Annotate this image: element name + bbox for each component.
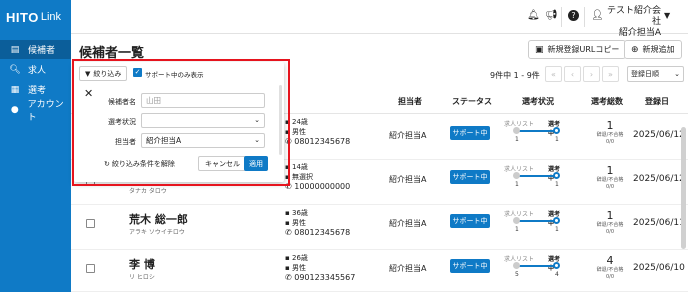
candidate-kana: リ ヒロシ	[129, 274, 155, 281]
app-logo[interactable]: HITO Link	[0, 0, 71, 34]
candidate-info: ▪ 26歳 ▪ 男性 ✆ 090123345567	[285, 254, 356, 282]
candidate-name[interactable]: 荒木 総一郎	[129, 211, 188, 227]
highlight-box	[72, 59, 290, 186]
sidebar-item-label: 選考	[28, 86, 47, 96]
selection-progress: 求人リスト 選考中 11	[504, 166, 561, 188]
megaphone-icon[interactable]: 📢︎	[545, 10, 558, 21]
status-badge: サポート中	[450, 259, 490, 273]
scrollbar[interactable]	[681, 127, 686, 249]
sidebar-item-jobs[interactable]: 🔍︎ 求人	[0, 60, 71, 79]
row-checkbox[interactable]	[86, 219, 95, 228]
row-checkbox[interactable]	[86, 264, 95, 273]
selection-progress: 求人リスト 選考中 11	[504, 121, 561, 143]
candidate-info: ▪ 14歳 ▪ 無選択 ✆ 10000000000	[285, 163, 351, 191]
search-icon: 🔍︎	[9, 64, 21, 75]
chevron-down-icon[interactable]: ▼	[664, 11, 670, 20]
sidebar-item-label: アカウント	[27, 99, 64, 123]
last-page-button[interactable]: »	[602, 66, 619, 82]
candidate-info: ▪ 36歳 ▪ 男性 ✆ 08012345678	[285, 209, 351, 237]
sort-select[interactable]: 登録日順 ⌄	[627, 66, 684, 82]
agent-name: 紹介担当A	[389, 219, 427, 228]
top-bar: 🔔︎ 📢︎ ? 👤︎ テスト紹介会社 紹介担当A ▼	[71, 0, 688, 38]
column-header: 登録日	[645, 97, 669, 106]
registered-date: 2025/06/12	[633, 174, 685, 184]
add-candidate-button[interactable]: ⊕ 新規追加	[624, 40, 682, 59]
copy-signup-url-button[interactable]: ▣ 新規登録URLコピー	[528, 40, 627, 59]
table-row[interactable]: 李 博 リ ヒロシ ▪ 26歳 ▪ 男性 ✆ 090123345567 紹介担当…	[71, 250, 688, 292]
registered-date: 2025/06/11	[633, 218, 685, 228]
plus-circle-icon: ⊕	[631, 44, 639, 55]
bell-icon[interactable]: 🔔︎	[527, 10, 540, 21]
candidate-info: ▪ 24歳 ▪ 男性 ✆ 08012345678	[285, 118, 351, 146]
sidebar: HITO Link ▤ 候補者 🔍︎ 求人 ▦ 選考 ● アカウント	[0, 0, 71, 292]
selection-total: 4 辞退/不合格 0/0	[596, 254, 624, 280]
column-header: ステータス	[452, 97, 492, 106]
company-name: テスト紹介会社	[606, 6, 661, 27]
sidebar-item-candidates[interactable]: ▤ 候補者	[0, 40, 71, 59]
prev-page-button[interactable]: ‹	[564, 66, 581, 82]
agent-name: 紹介担当A	[389, 264, 427, 273]
status-badge: サポート中	[450, 170, 490, 184]
sidebar-item-label: 候補者	[28, 46, 56, 56]
column-header: 選考総数	[591, 97, 623, 106]
selection-progress: 求人リスト 選考中 54	[504, 256, 561, 278]
selection-progress: 求人リスト 選考中 11	[504, 211, 561, 233]
help-icon[interactable]: ?	[568, 10, 579, 21]
selection-total: 1 辞退/不合格 0/0	[596, 164, 624, 190]
sidebar-item-label: 求人	[28, 66, 47, 76]
status-badge: サポート中	[450, 214, 490, 228]
selection-icon: ▦	[10, 84, 20, 95]
candidate-kana: タナカ タロウ	[129, 188, 167, 195]
registered-date: 2025/06/12	[633, 130, 685, 140]
selection-total: 1 辞退/不合格 0/0	[596, 209, 624, 235]
column-header: 選考状況	[522, 97, 554, 106]
next-page-button[interactable]: ›	[583, 66, 600, 82]
registered-date: 2025/06/10	[633, 263, 685, 273]
chevron-down-icon: ⌄	[674, 70, 680, 78]
status-badge: サポート中	[450, 126, 490, 140]
candidates-icon: ▤	[10, 44, 20, 55]
account-icon: ●	[10, 104, 19, 115]
first-page-button[interactable]: «	[545, 66, 562, 82]
agent-name: 紹介担当A	[389, 131, 427, 140]
divider	[584, 7, 585, 27]
candidate-kana: アラキ ソウイチロウ	[129, 229, 185, 236]
candidate-name[interactable]: 李 博	[129, 256, 155, 272]
selection-total: 1 辞退/不合格 0/0	[596, 119, 624, 145]
table-row[interactable]: 荒木 総一郎 アラキ ソウイチロウ ▪ 36歳 ▪ 男性 ✆ 080123456…	[71, 205, 688, 250]
divider	[561, 7, 562, 27]
sidebar-item-account[interactable]: ● アカウント	[0, 100, 71, 123]
column-header: 担当者	[398, 97, 422, 106]
agent-name: 紹介担当A	[389, 175, 427, 184]
user-icon[interactable]: 👤︎	[591, 10, 604, 21]
result-count: 9件中 1 - 9件	[490, 71, 540, 80]
document-icon: ▣	[535, 44, 544, 55]
